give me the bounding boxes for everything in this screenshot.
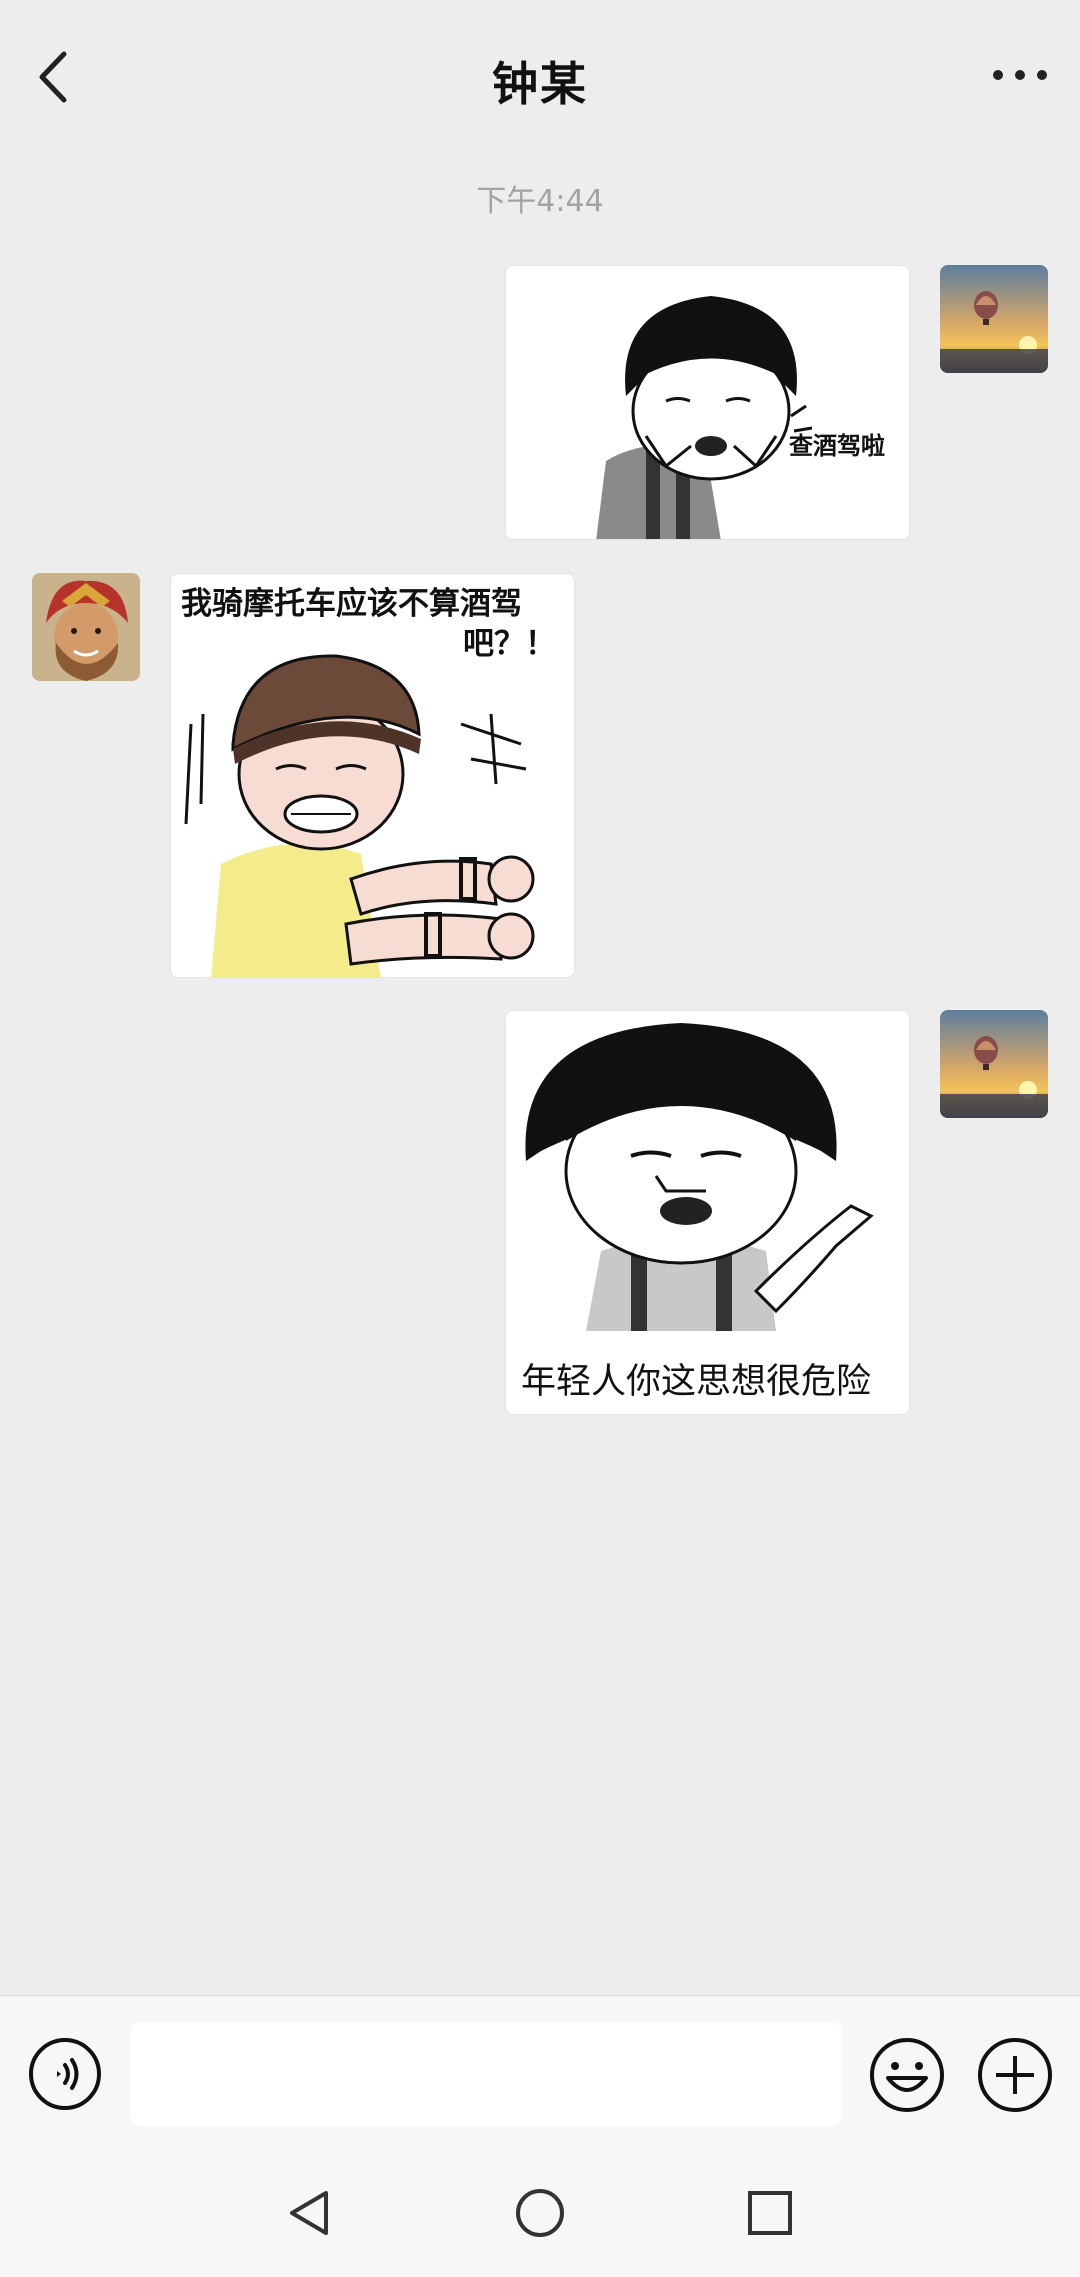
system-back-button[interactable] [280, 2183, 340, 2243]
more-button[interactable] [990, 55, 1050, 95]
sticker-caption-line2: 吧？！ [463, 626, 556, 662]
message-timestamp: 下午4:44 [476, 184, 604, 219]
system-recent-button[interactable] [740, 2183, 800, 2243]
emoji-button[interactable] [868, 2036, 946, 2114]
more-functions-button[interactable] [976, 2036, 1054, 2114]
top-bar: 钟某 [0, 0, 1080, 142]
emoji-icon [870, 2038, 944, 2112]
system-home-button[interactable] [510, 2183, 570, 2243]
more-dots-icon [993, 70, 1047, 80]
sticker-message[interactable]: 年轻人你这思想很危险 [505, 1010, 910, 1415]
square-recent-icon [748, 2191, 792, 2235]
sticker-caption: 查酒驾啦 [789, 432, 885, 460]
sticker-message[interactable]: 我骑摩托车应该不算酒驾 吧？！ [170, 573, 575, 978]
circle-home-icon [516, 2189, 564, 2237]
plus-icon [978, 2038, 1052, 2112]
balloon-sunset-image [940, 1010, 1048, 1118]
voice-button[interactable] [27, 2036, 103, 2112]
sticker-caption: 年轻人你这思想很危险 [521, 1362, 872, 1402]
system-nav-bar [0, 2143, 1080, 2277]
contact-avatar[interactable] [32, 573, 140, 681]
sticker-message[interactable]: 查酒驾啦 [505, 265, 910, 540]
balloon-sunset-image [940, 265, 1048, 373]
voice-icon [29, 2038, 101, 2110]
my-avatar[interactable] [940, 1010, 1048, 1118]
bowl-cut-face-image [506, 266, 909, 539]
chat-title: 钟某 [492, 57, 588, 111]
my-avatar[interactable] [940, 265, 1048, 373]
sticker-caption: 我骑摩托车应该不算酒驾 [181, 586, 522, 622]
triangle-back-icon [290, 2191, 328, 2235]
warrior-portrait-image [32, 573, 140, 681]
message-input[interactable] [130, 2022, 842, 2126]
input-bar [0, 1995, 1080, 2143]
